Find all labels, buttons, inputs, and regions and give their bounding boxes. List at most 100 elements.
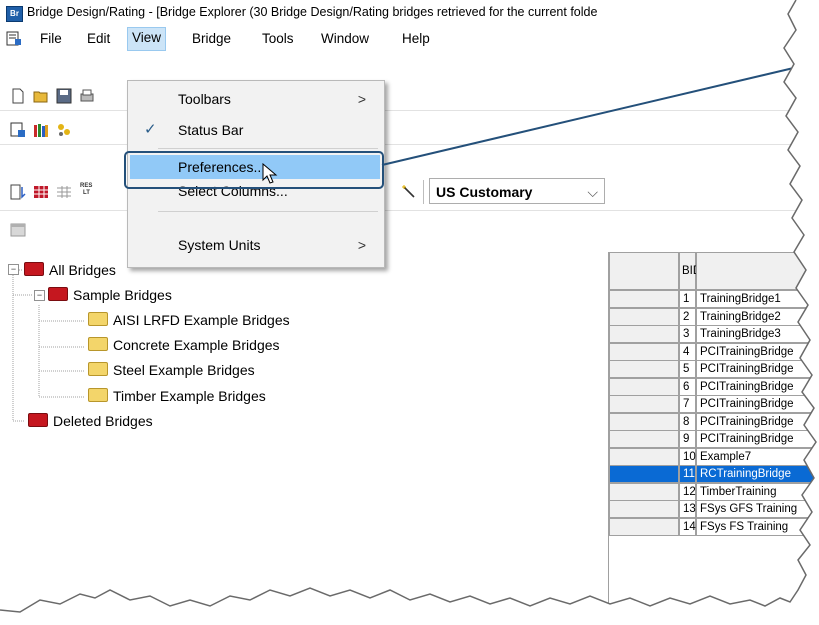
folder-yellow-icon	[88, 388, 108, 402]
row-selector[interactable]	[609, 307, 679, 326]
table-row[interactable]: 9 PCITrainingBridge	[609, 430, 819, 448]
folder-yellow-icon	[88, 337, 108, 351]
toolbar-separator	[423, 180, 424, 204]
disabled-window-icon[interactable]	[10, 222, 26, 238]
cell-name: TrainingBridge3	[696, 325, 819, 343]
menu-help[interactable]: Help	[398, 28, 434, 50]
column-header-bid[interactable]: BID	[679, 252, 701, 290]
table-row[interactable]: 2 TrainingBridge2	[609, 307, 819, 326]
menu-separator	[158, 211, 378, 212]
toolbar-analysis: RES LT	[0, 174, 819, 211]
table-icon[interactable]	[33, 184, 49, 200]
row-selector[interactable]	[609, 412, 679, 431]
components-icon[interactable]	[56, 122, 72, 138]
cell-name: TrainingBridge2	[696, 307, 819, 326]
toolbar-explorer	[0, 116, 819, 145]
tree-node-label: All Bridges	[49, 262, 116, 278]
results-mini-label[interactable]: RES LT	[80, 183, 92, 197]
checkmark-icon: ✓	[144, 121, 157, 138]
table-row[interactable]: 1 TrainingBridge1	[609, 290, 819, 308]
system-units-select[interactable]: US Customary ⌵	[429, 178, 605, 204]
table-row[interactable]: 12 TimberTraining	[609, 482, 819, 501]
new-file-icon[interactable]	[10, 88, 26, 104]
table-row[interactable]: 8 PCITrainingBridge	[609, 412, 819, 431]
menu-window[interactable]: Window	[317, 28, 373, 50]
tree-node-steel[interactable]: Steel Example Bridges	[88, 358, 255, 382]
row-selector[interactable]	[609, 447, 679, 466]
menu-bridge[interactable]: Bridge	[188, 28, 235, 50]
table-row[interactable]: 13 FSys GFS Training	[609, 500, 819, 518]
cell-name: TimberTraining	[696, 482, 819, 501]
library-icon[interactable]	[33, 122, 49, 138]
tree-node-sample-bridges[interactable]: Sample Bridges	[48, 283, 172, 307]
column-header-name[interactable]	[696, 252, 819, 290]
grid-filter-icon[interactable]	[56, 184, 72, 200]
title-bar: Br Bridge Design/Rating - [Bridge Explor…	[0, 0, 819, 26]
menu-item-toolbars[interactable]: Toolbars >	[130, 87, 380, 111]
menu-file[interactable]: File	[36, 28, 66, 50]
cell-name: PCITrainingBridge	[696, 377, 819, 396]
toolbar-standard	[0, 82, 819, 111]
magic-wand-icon[interactable]	[401, 184, 417, 200]
table-row[interactable]: 4 PCITrainingBridge	[609, 342, 819, 361]
cell-bid: 3	[679, 325, 696, 343]
bridge-tree: − All Bridges − Sample Bridges AISI LRFD…	[8, 258, 598, 458]
row-selector[interactable]	[609, 465, 679, 483]
menu-view[interactable]: View	[127, 27, 167, 51]
tree-node-label: Steel Example Bridges	[113, 362, 255, 378]
folder-yellow-icon	[88, 312, 108, 326]
menu-tools[interactable]: Tools	[258, 28, 298, 50]
tree-node-deleted-bridges[interactable]: Deleted Bridges	[28, 409, 153, 433]
menu-item-label: Status Bar	[178, 122, 244, 138]
table-row[interactable]: 3 TrainingBridge3	[609, 325, 819, 343]
table-row[interactable]: 14 FSys FS Training	[609, 517, 819, 536]
table-row[interactable]: 6 PCITrainingBridge	[609, 377, 819, 396]
row-selector[interactable]	[609, 482, 679, 501]
collapse-root-toggle[interactable]: −	[8, 264, 19, 275]
table-row[interactable]: 10 Example7	[609, 447, 819, 466]
tree-node-concrete[interactable]: Concrete Example Bridges	[88, 333, 280, 357]
explorer-icon[interactable]	[10, 122, 26, 138]
table-row[interactable]: 5 PCITrainingBridge	[609, 360, 819, 378]
row-selector[interactable]	[609, 377, 679, 396]
sort-icon[interactable]	[10, 184, 26, 200]
menu-item-label: Toolbars	[178, 91, 231, 107]
folder-red-icon	[28, 413, 48, 427]
collapse-sample-toggle[interactable]: −	[34, 290, 45, 301]
row-selector[interactable]	[609, 395, 679, 413]
row-selector[interactable]	[609, 500, 679, 518]
row-selector[interactable]	[609, 360, 679, 378]
table-row[interactable]: 11 RCTrainingBridge	[609, 465, 819, 483]
row-selector[interactable]	[609, 430, 679, 448]
cell-name: PCITrainingBridge	[696, 412, 819, 431]
row-selector[interactable]	[609, 517, 679, 536]
tree-node-timber[interactable]: Timber Example Bridges	[88, 384, 266, 408]
row-selector[interactable]	[609, 342, 679, 361]
row-selector[interactable]	[609, 325, 679, 343]
cell-name: FSys FS Training	[696, 517, 819, 536]
cell-name: PCITrainingBridge	[696, 342, 819, 361]
print-icon[interactable]	[79, 88, 95, 104]
grid-corner-header[interactable]	[609, 252, 679, 290]
cell-name: PCITrainingBridge	[696, 395, 819, 413]
menu-separator	[158, 148, 378, 149]
cell-bid: 9	[679, 430, 696, 448]
save-icon[interactable]	[56, 88, 72, 104]
cell-name: Example7	[696, 447, 819, 466]
menu-item-system-units[interactable]: System Units >	[130, 233, 380, 257]
open-folder-icon[interactable]	[33, 88, 49, 104]
menu-item-status-bar[interactable]: ✓ Status Bar	[130, 118, 380, 142]
submenu-arrow-icon: >	[357, 91, 366, 107]
window-title: Bridge Design/Rating - [Bridge Explorer …	[27, 5, 598, 19]
table-row[interactable]: 7 PCITrainingBridge	[609, 395, 819, 413]
cell-bid: 11	[679, 465, 696, 483]
cell-name: PCITrainingBridge	[696, 430, 819, 448]
tree-node-label: Sample Bridges	[73, 287, 172, 303]
tree-node-aisi-lrfd[interactable]: AISI LRFD Example Bridges	[88, 308, 290, 332]
row-selector[interactable]	[609, 290, 679, 308]
cell-bid: 1	[679, 290, 696, 308]
menu-edit[interactable]: Edit	[83, 28, 114, 50]
cell-bid: 5	[679, 360, 696, 378]
tree-node-label: Concrete Example Bridges	[113, 337, 280, 353]
tree-node-all-bridges[interactable]: All Bridges	[24, 258, 116, 282]
